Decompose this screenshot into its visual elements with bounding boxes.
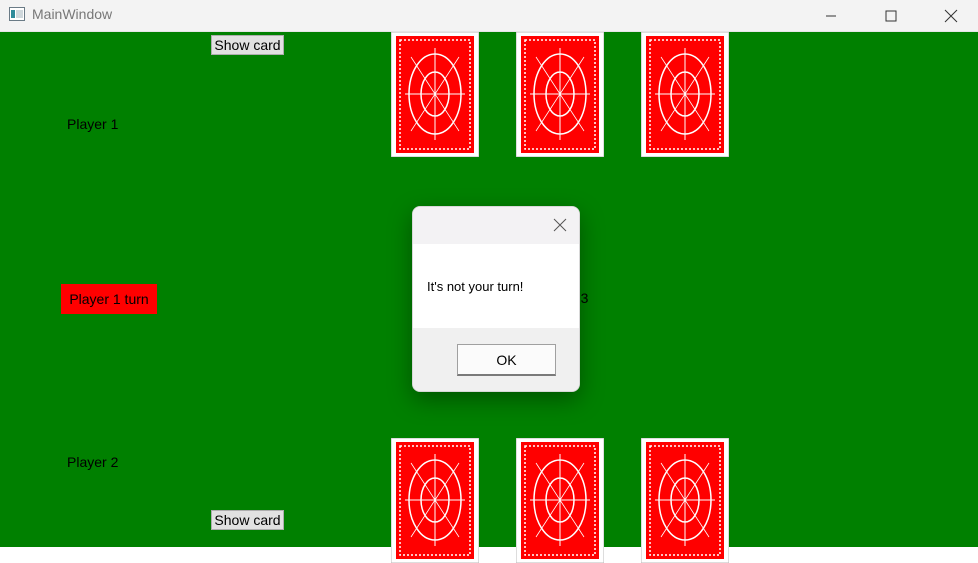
- card-back[interactable]: [516, 438, 604, 563]
- card-back[interactable]: [516, 32, 604, 157]
- card-back[interactable]: [391, 32, 479, 157]
- card-back[interactable]: [391, 438, 479, 563]
- close-icon: [944, 9, 958, 22]
- show-card-button-top[interactable]: Show card: [211, 35, 284, 55]
- window-title: MainWindow: [32, 6, 113, 22]
- close-icon: [553, 218, 567, 232]
- window-app-icon: [9, 7, 25, 21]
- turn-indicator: Player 1 turn: [61, 284, 157, 314]
- show-card-button-bottom[interactable]: Show card: [211, 510, 284, 530]
- ok-button[interactable]: OK: [457, 344, 556, 376]
- maximize-button[interactable]: [868, 0, 914, 31]
- maximize-icon: [885, 10, 897, 21]
- minimize-icon: [826, 15, 836, 16]
- player1-label: Player 1: [67, 116, 119, 132]
- close-button[interactable]: [928, 0, 974, 31]
- minimize-button[interactable]: [808, 0, 854, 31]
- player2-label: Player 2: [67, 454, 119, 470]
- window-titlebar: MainWindow: [0, 0, 978, 32]
- dialog-close-button[interactable]: [551, 216, 569, 234]
- dialog-message: It's not your turn!: [427, 279, 524, 294]
- message-dialog: It's not your turn! OK: [412, 206, 580, 392]
- card-back[interactable]: [641, 32, 729, 157]
- card-back[interactable]: [641, 438, 729, 563]
